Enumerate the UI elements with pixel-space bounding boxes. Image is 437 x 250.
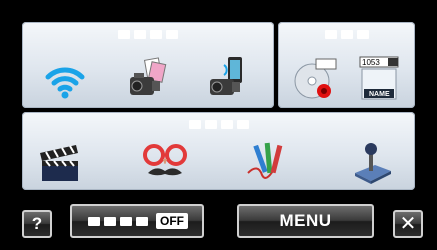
wifi-tile[interactable] (40, 52, 90, 104)
panel-title (22, 30, 274, 39)
panel-title (278, 30, 415, 39)
help-icon: ? (31, 214, 43, 233)
menu-label: MENU (279, 211, 332, 230)
camera-with-phone-tile[interactable] (202, 52, 252, 104)
clapperboard-tile[interactable] (34, 136, 84, 188)
clapperboard-icon (40, 145, 78, 181)
close-button[interactable]: ✕ (393, 210, 423, 238)
menu-button[interactable]: MENU (237, 204, 374, 238)
name-label-tile[interactable]: 1053 NAME (356, 52, 406, 104)
funny-glasses-tile[interactable] (140, 136, 190, 188)
funny-glasses-icon (143, 144, 187, 176)
panel-title (22, 120, 415, 129)
media-panel: 1053 NAME (278, 22, 415, 108)
wifi-icon (45, 67, 85, 99)
disc-record-icon (294, 58, 337, 99)
close-icon: ✕ (399, 213, 417, 235)
name-label-icon: 1053 NAME (359, 56, 399, 100)
wireless-panel (22, 22, 274, 108)
help-button[interactable]: ? (22, 210, 52, 238)
joystick-icon (355, 143, 391, 184)
pencils-tile[interactable] (242, 136, 292, 188)
toggle-state-badge: OFF (156, 213, 188, 229)
name-tile-header: 1053 (362, 58, 380, 67)
camera-to-phone-icon (130, 57, 167, 95)
effects-panel (22, 112, 415, 190)
joystick-tile[interactable] (347, 136, 397, 188)
camera-to-phone-tile[interactable] (122, 52, 172, 104)
name-tile-caption: NAME (369, 91, 390, 98)
camera-with-phone-icon (210, 57, 242, 95)
disc-record-tile[interactable] (290, 52, 340, 104)
pencils-icon (247, 142, 283, 179)
toggle-off-button[interactable]: OFF (70, 204, 204, 238)
